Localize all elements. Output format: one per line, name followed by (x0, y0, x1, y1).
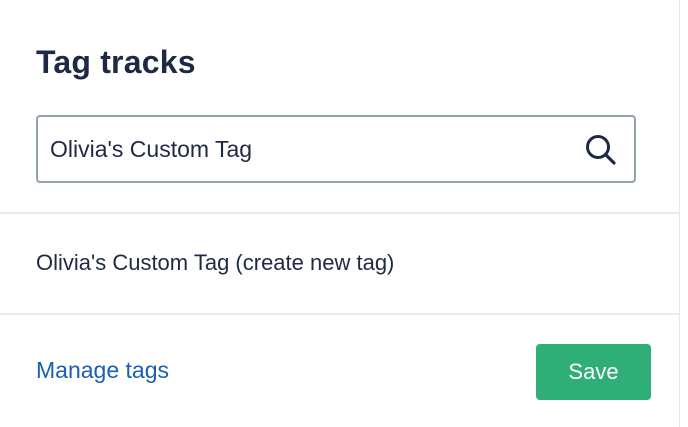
divider (0, 212, 680, 214)
tag-search-input[interactable] (50, 117, 570, 181)
panel-title: Tag tracks (36, 44, 196, 80)
create-tag-suggestion[interactable]: Olivia's Custom Tag (create new tag) (36, 250, 394, 276)
tag-tracks-panel: Tag tracks Olivia's Custom Tag (create n… (0, 0, 688, 427)
save-button[interactable]: Save (536, 344, 651, 400)
manage-tags-link[interactable]: Manage tags (36, 357, 169, 384)
divider (0, 313, 680, 315)
tag-search-box[interactable] (36, 115, 636, 183)
search-icon[interactable] (584, 133, 618, 167)
